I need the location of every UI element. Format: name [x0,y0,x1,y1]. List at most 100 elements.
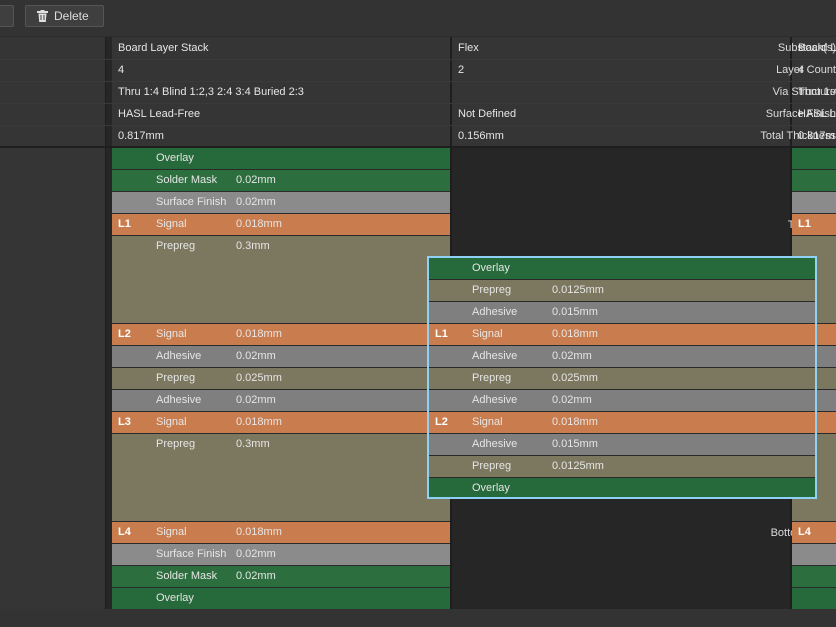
layer-row[interactable]: L2 Signal 0.018mm [112,324,450,346]
header-row-line [0,59,836,60]
layer-thickness: 0.02mm [236,394,276,406]
layer-number: L1 [118,218,131,230]
trash-icon [37,10,48,22]
layer-thickness: 0.018mm [236,328,282,340]
layer-type: Adhesive [472,438,518,450]
layer-type: Prepreg [472,460,512,472]
layer-row[interactable]: Surface Finish 0.02mm [112,192,450,214]
substack-name[interactable]: Board Layer Stack [118,37,209,59]
layer-type: Prepreg [472,372,512,384]
delete-button[interactable]: Delete [25,5,104,27]
layer-row[interactable]: L4 [792,522,836,544]
layer-row[interactable]: Prepreg 0.3mm [112,434,450,522]
flex-stack-selected[interactable]: Overlay Prepreg 0.0125mm Adhesive 0.015mm L1 S… [427,256,817,499]
flex-layer-row[interactable]: Overlay [429,258,815,280]
layer-thickness: 0.3mm [236,438,270,450]
layer-row[interactable]: Prepreg 0.3mm [112,236,450,324]
layer-row[interactable]: L4 Signal 0.018mm [112,522,450,544]
flex-layer-row[interactable]: Overlay [429,478,815,497]
layer-number: L1 [798,218,811,230]
layer-row[interactable] [792,192,836,214]
substack-total-thickness[interactable]: 0.817mm [118,125,164,147]
layer-type: Surface Finish [156,196,227,208]
layer-thickness: 0.018mm [552,328,598,340]
layer-row[interactable]: Adhesive 0.02mm [112,390,450,412]
layer-row[interactable]: Overlay [112,588,450,610]
layer-type: Surface Finish [156,548,227,560]
layer-thickness: 0.02mm [236,548,276,560]
layer-stack-panel: Substack(s) Layer Count Via Structure Surfa… [0,37,836,611]
layer-type: Adhesive [156,350,202,362]
layer-row[interactable]: Solder Mask 0.02mm [112,170,450,192]
substack-total-thickness[interactable]: 0.156mm [458,125,504,147]
substack-layer-count[interactable]: 4 [118,59,124,81]
flex-layer-row[interactable]: Adhesive 0.02mm [429,346,815,368]
flex-layer-row[interactable]: Adhesive 0.015mm [429,434,815,456]
layer-type: Overlay [156,152,194,164]
layer-type: Signal [472,416,503,428]
toolbar-button-partial[interactable] [0,5,14,27]
substack-via-structure[interactable]: Thru 1:4 [798,81,836,103]
layer-row[interactable]: Surface Finish 0.02mm [112,544,450,566]
substack-surface-finish[interactable]: HASL Lead-Free [118,103,200,125]
layer-type: Signal [156,526,187,538]
layer-type: Adhesive [472,306,518,318]
flex-layer-row[interactable]: Adhesive 0.02mm [429,390,815,412]
layer-type: Signal [156,218,187,230]
layer-row[interactable] [792,170,836,192]
flex-layer-row[interactable]: Adhesive 0.015mm [429,302,815,324]
layer-thickness: 0.015mm [552,438,598,450]
property-label: Layer Count [776,64,836,76]
layer-thickness: 0.018mm [236,416,282,428]
layer-type: Signal [156,416,187,428]
substack-layer-count[interactable]: 4 [798,59,804,81]
layer-row[interactable] [792,544,836,566]
flex-layer-row[interactable]: Prepreg 0.025mm [429,368,815,390]
layer-thickness: 0.02mm [236,570,276,582]
layer-number: L1 [435,328,448,340]
layer-thickness: 0.3mm [236,240,270,252]
flex-layer-row[interactable]: Prepreg 0.0125mm [429,280,815,302]
layer-thickness: 0.015mm [552,306,598,318]
layer-row[interactable]: Adhesive 0.02mm [112,346,450,368]
layer-thickness: 0.018mm [236,526,282,538]
substack-surface-finish[interactable]: HASL L [798,103,836,125]
layer-row[interactable]: L1 [792,214,836,236]
layer-type: Solder Mask [156,570,218,582]
layer-thickness: 0.025mm [236,372,282,384]
substack-layer-count[interactable]: 2 [458,59,464,81]
layer-type: Overlay [472,262,510,274]
layer-row[interactable]: Overlay [112,148,450,170]
layer-thickness: 0.018mm [552,416,598,428]
layer-number: L4 [118,526,131,538]
label-column [0,37,106,609]
layer-thickness: 0.02mm [552,350,592,362]
layer-row[interactable]: Solder Mask 0.02mm [112,566,450,588]
substack-via-structure[interactable]: Thru 1:4 Blind 1:2,3 2:4 3:4 Buried 2:3 [118,81,304,103]
layer-type: Adhesive [156,394,202,406]
flex-layer-row[interactable]: L1 Signal 0.018mm [429,324,815,346]
status-strip [0,609,836,627]
layer-type: Overlay [472,482,510,494]
layer-type: Prepreg [156,438,196,450]
flex-layer-row[interactable]: Prepreg 0.0125mm [429,456,815,478]
toolbar: Delete [0,0,836,36]
substack-total-thickness[interactable]: 0.817m [798,125,835,147]
layer-row[interactable] [792,148,836,170]
layer-type: Prepreg [156,240,196,252]
layer-thickness: 0.025mm [552,372,598,384]
substack-surface-finish[interactable]: Not Defined [458,103,516,125]
layer-type: Signal [472,328,503,340]
substack-name[interactable]: Board L [798,37,836,59]
layer-row[interactable]: L1 Signal 0.018mm [112,214,450,236]
layer-type: Solder Mask [156,174,218,186]
layer-thickness: 0.0125mm [552,284,604,296]
layer-row[interactable] [792,566,836,588]
layer-row[interactable] [792,588,836,610]
delete-button-label: Delete [54,9,89,23]
layer-row[interactable]: Prepreg 0.025mm [112,368,450,390]
layer-row[interactable]: L3 Signal 0.018mm [112,412,450,434]
flex-layer-row[interactable]: L2 Signal 0.018mm [429,412,815,434]
substack-name[interactable]: Flex [458,37,479,59]
layer-number: L4 [798,526,811,538]
